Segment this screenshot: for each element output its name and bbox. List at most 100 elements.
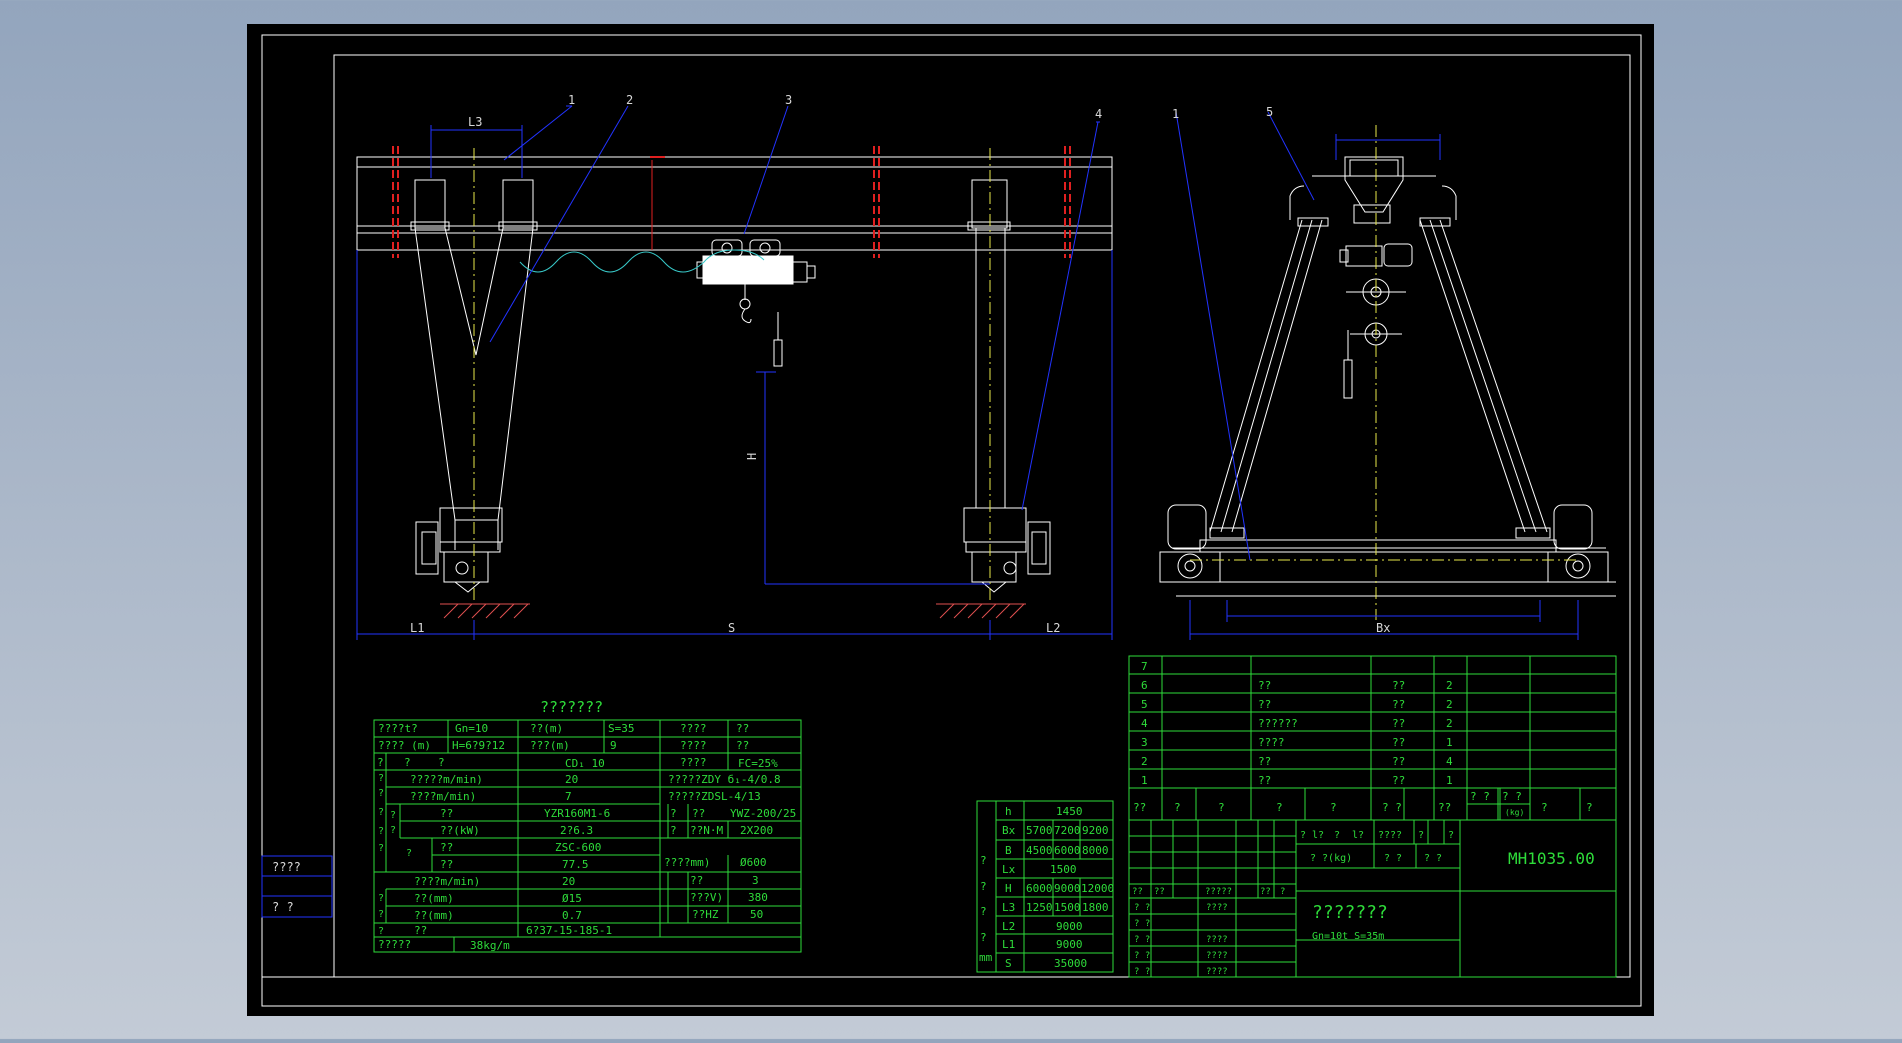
bom-row1-name: ?? xyxy=(1258,774,1271,787)
param-r5-c3: ?????ZDSL-4/13 xyxy=(668,790,761,803)
param-r9-c3: ????mm) xyxy=(664,856,710,869)
dim-row-h-value: 1450 xyxy=(1056,805,1083,818)
dim-row-l3-label: L3 xyxy=(1002,901,1015,914)
tb-small-4: ?? xyxy=(1260,887,1271,897)
bom-head-10: ? xyxy=(1541,801,1548,814)
param-r10-c3: ?? xyxy=(690,874,703,887)
param-r11-c1: ??(mm) xyxy=(414,892,454,905)
stamp-label-2: ? ? xyxy=(272,900,294,914)
param-r5-c2: 7 xyxy=(565,790,572,803)
bom-row6-qty: 2 xyxy=(1446,679,1453,692)
tb-left-3: ? ? xyxy=(1134,935,1150,945)
dim-row-h-label: h xyxy=(1005,805,1012,818)
bom-row5-mat: ?? xyxy=(1392,698,1405,711)
bom-row3-no: 3 xyxy=(1141,736,1148,749)
param-side-7: ? xyxy=(390,825,396,836)
tb-row1-c4: ???? xyxy=(1378,830,1402,841)
tb-small-1: ?? xyxy=(1132,887,1143,897)
param-r7-c5: 2X200 xyxy=(740,824,773,837)
param-r2-c1: ???? (m) xyxy=(378,739,431,752)
param-r13-c2: 6?37-15-185-1 xyxy=(526,924,612,937)
tb-mid-2: ???? xyxy=(1206,935,1228,945)
dim-row-hh-v2: 9000 xyxy=(1054,882,1081,895)
param-side-2: ? xyxy=(378,788,384,799)
drawing-canvas[interactable]: ???? ? ? 1 2 3 4 L3 H L1 S L2 1 5 Bx ???… xyxy=(0,0,1902,1039)
dim-row-bx-label: Bx xyxy=(1002,824,1016,837)
tb-row1-c6: ? xyxy=(1448,830,1454,841)
tb-left-5: ? ? xyxy=(1134,967,1150,977)
param-r3-c5: ???? xyxy=(680,756,707,769)
dim-row-l3-v1: 1250 xyxy=(1026,901,1053,914)
param-side-5: ? xyxy=(378,843,384,854)
param-r10-c2: 20 xyxy=(562,875,575,888)
dim-side-3: ? xyxy=(980,905,987,918)
dim-side-5: mm xyxy=(979,951,993,964)
tb-mid-3: ???? xyxy=(1206,951,1228,961)
side-callout-1: 1 xyxy=(1172,107,1179,121)
dim-row-l2-label: L2 xyxy=(1002,920,1015,933)
param-table-title: ??????? xyxy=(540,698,603,716)
callout-1: 1 xyxy=(568,93,575,107)
dim-row-l1-value: 9000 xyxy=(1056,938,1083,951)
dim-row-s-label: S xyxy=(1005,957,1012,970)
tb-left-4: ? ? xyxy=(1134,951,1150,961)
param-r11-c2: Ø15 xyxy=(562,892,582,905)
param-r11-c4: 380 xyxy=(748,891,768,904)
bom-row4-qty: 2 xyxy=(1446,717,1453,730)
param-side-6: ? xyxy=(390,810,396,821)
dim-row-l3-v2: 1500 xyxy=(1054,901,1081,914)
bom-head-5: ? xyxy=(1330,801,1337,814)
bom-row7-no: 7 xyxy=(1141,660,1148,673)
param-r11-c3: ???V) xyxy=(690,891,723,904)
param-side-3: ? xyxy=(378,807,384,818)
bom-row1-mat: ?? xyxy=(1392,774,1405,787)
param-r4-c1: ?????m/min) xyxy=(410,773,483,786)
tb-small-5: ? xyxy=(1280,887,1285,897)
dim-side-4: ? xyxy=(980,931,987,944)
param-r8-c1: ?? xyxy=(440,841,453,854)
param-r3-c2: ? xyxy=(404,756,411,769)
bom-row5-qty: 2 xyxy=(1446,698,1453,711)
bom-head-3: ? xyxy=(1218,801,1225,814)
dim-l3: L3 xyxy=(468,115,482,129)
bom-row2-mat: ?? xyxy=(1392,755,1405,768)
bom-row4-no: 4 xyxy=(1141,717,1148,730)
param-r1-c3: ??(m) xyxy=(530,722,563,735)
bom-row3-qty: 1 xyxy=(1446,736,1453,749)
param-r3-c1: ? xyxy=(377,756,384,769)
param-r1-c5: ???? xyxy=(680,722,707,735)
bom-head-7: ?? xyxy=(1438,801,1451,814)
param-r7-c1: ??(kW) xyxy=(440,824,480,837)
dim-row-bx-v2: 7200 xyxy=(1054,824,1081,837)
tb-row1-c3: l? xyxy=(1352,830,1364,841)
param-r5-c1: ????m/min) xyxy=(410,790,476,803)
param-r2-c3: ???(m) xyxy=(530,739,570,752)
bom-head-2: ? xyxy=(1174,801,1181,814)
param-r12-c2: 0.7 xyxy=(562,909,582,922)
param-r1-c4: S=35 xyxy=(608,722,635,735)
dim-row-b-label: B xyxy=(1005,844,1012,857)
tb-row1-c2: ? xyxy=(1334,830,1340,841)
param-r4-c2: 20 xyxy=(565,773,578,786)
side-callout-5: 5 xyxy=(1266,105,1273,119)
stamp-label-1: ???? xyxy=(272,860,301,874)
param-r7-c3: ? xyxy=(670,824,677,837)
param-r1-c6: ?? xyxy=(736,722,749,735)
tb-row1-c5: ? xyxy=(1418,830,1424,841)
bom-head-kg: (kg) xyxy=(1505,808,1524,817)
param-side-9: ? xyxy=(378,909,384,920)
tb-left-1: ? ? xyxy=(1134,903,1150,913)
param-r2-c6: ?? xyxy=(736,739,749,752)
dim-row-l1-label: L1 xyxy=(1002,938,1015,951)
param-r7-c2: 2?6.3 xyxy=(560,824,593,837)
param-r9-c1: ?? xyxy=(440,858,453,871)
bom-head-6: ? ? xyxy=(1382,801,1402,814)
bom-head-9: ? ? xyxy=(1502,790,1522,803)
bom-row5-name: ?? xyxy=(1258,698,1271,711)
param-side-8: ? xyxy=(378,893,384,904)
tb-row1-c1: ? l? xyxy=(1300,830,1324,841)
bom-head-1: ?? xyxy=(1133,801,1146,814)
dim-row-b-v3: 8000 xyxy=(1082,844,1109,857)
param-r10-c1: ????m/min) xyxy=(414,875,480,888)
param-r1-c1: ????t? xyxy=(378,722,418,735)
